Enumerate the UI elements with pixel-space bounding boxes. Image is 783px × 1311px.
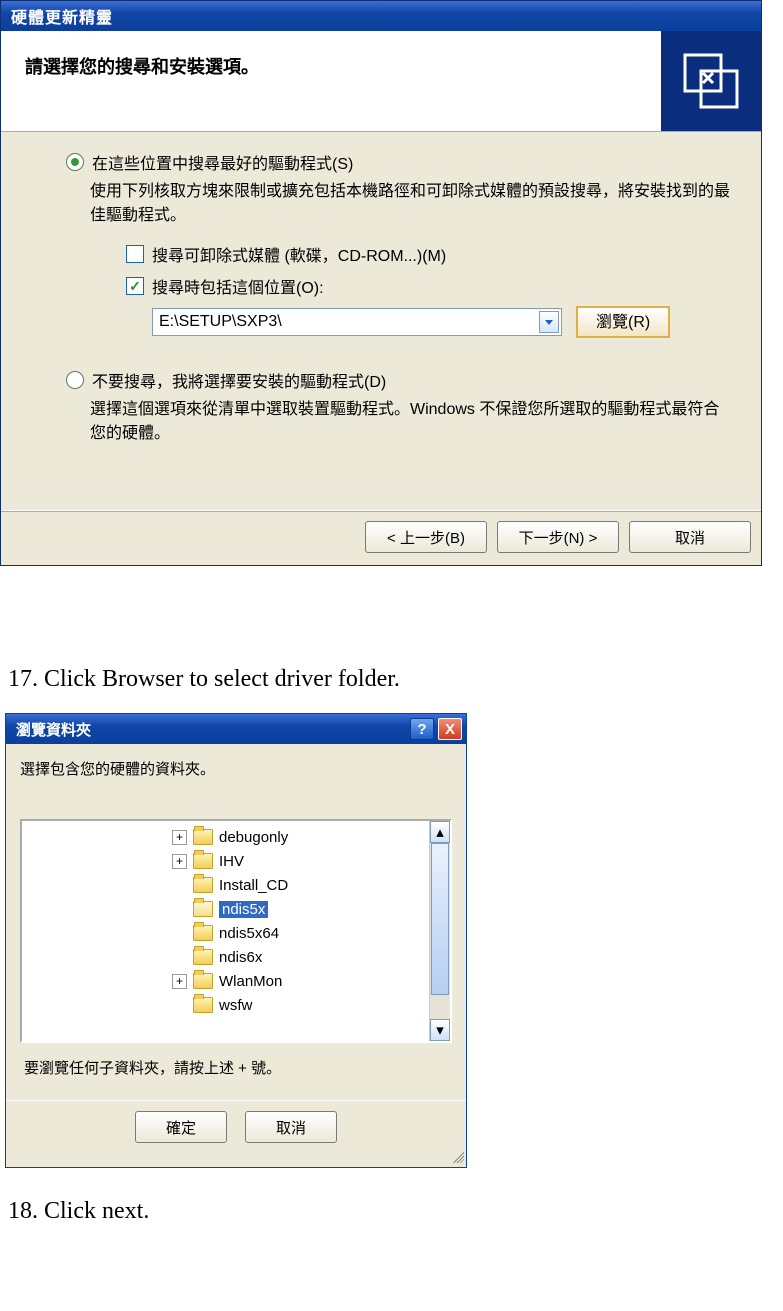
- tree-item[interactable]: ndis5x64: [172, 921, 427, 945]
- radio-icon: [66, 371, 84, 389]
- folder-icon: [193, 829, 213, 845]
- scroll-thumb[interactable]: [431, 843, 449, 995]
- chevron-down-icon[interactable]: [539, 311, 559, 333]
- location-combobox[interactable]: E:\SETUP\SXP3\: [152, 308, 562, 336]
- tree-item-label: debugonly: [219, 829, 288, 846]
- wizard-header-text: 請選擇您的搜尋和安裝選項。: [1, 31, 661, 131]
- tree-item[interactable]: + WlanMon: [172, 969, 427, 993]
- browse-hint: 要瀏覽任何子資料夾，請按上述 + 號。: [24, 1057, 452, 1078]
- help-icon[interactable]: ?: [410, 718, 434, 740]
- tree-item[interactable]: ndis6x: [172, 945, 427, 969]
- folder-tree: + debugonly + IHV Install_CD ndis5x ndis5x64 nd…: [20, 819, 452, 1043]
- wizard-body: 在這些位置中搜尋最好的驅動程式(S) 使用下列核取方塊來限制或擴充包括本機路徑和…: [1, 132, 761, 510]
- browse-footer: 確定 取消: [6, 1100, 466, 1149]
- browse-button-label: 瀏覽(R): [596, 314, 650, 331]
- checkbox-label: 搜尋可卸除式媒體 (軟碟，CD-ROM...)(M): [152, 242, 446, 266]
- radio-manual-select[interactable]: 不要搜尋，我將選擇要安裝的驅動程式(D): [66, 368, 731, 392]
- close-icon[interactable]: X: [438, 718, 462, 740]
- tree-item-label: ndis6x: [219, 949, 262, 966]
- wizard-header: 請選擇您的搜尋和安裝選項。: [1, 31, 761, 132]
- browse-button[interactable]: 瀏覽(R): [576, 306, 670, 338]
- folder-icon: [193, 877, 213, 893]
- resize-grip[interactable]: [6, 1149, 466, 1167]
- tree-item[interactable]: + IHV: [172, 849, 427, 873]
- folder-icon: [193, 973, 213, 989]
- folder-icon: [193, 853, 213, 869]
- back-button[interactable]: < 上一步(B): [365, 521, 487, 553]
- checkbox-icon: [126, 245, 144, 263]
- browse-body: 選擇包含您的硬體的資料夾。 + debugonly + IHV Install_CDnd…: [6, 744, 466, 1100]
- folder-tree-list[interactable]: + debugonly + IHV Install_CD ndis5x ndis5x64 nd…: [22, 821, 429, 1041]
- checkbox-include-location[interactable]: 搜尋時包括這個位置(O):: [126, 274, 731, 298]
- browse-prompt: 選擇包含您的硬體的資料夾。: [20, 758, 452, 779]
- radio-label: 在這些位置中搜尋最好的驅動程式(S): [92, 150, 353, 174]
- expand-icon[interactable]: +: [172, 830, 187, 845]
- tree-item[interactable]: Install_CD: [172, 873, 427, 897]
- wizard-footer: < 上一步(B) 下一步(N) > 取消: [1, 510, 761, 565]
- grip-icon: [450, 1149, 464, 1163]
- browse-title: 瀏覽資料夾: [16, 719, 91, 740]
- wizard-title-bar[interactable]: 硬體更新精靈: [1, 1, 761, 31]
- title-icons: ? X: [410, 718, 462, 740]
- ok-button[interactable]: 確定: [135, 1111, 227, 1143]
- tree-item-label: ndis5x64: [219, 925, 279, 942]
- radio-label: 不要搜尋，我將選擇要安裝的驅動程式(D): [92, 368, 386, 392]
- radio-icon: [66, 153, 84, 171]
- tree-item[interactable]: ndis5x: [172, 897, 427, 921]
- checkbox-icon: [126, 277, 144, 295]
- folder-icon: [193, 949, 213, 965]
- radio-search-best[interactable]: 在這些位置中搜尋最好的驅動程式(S): [66, 150, 731, 174]
- step-18-text: 18. Click next.: [8, 1198, 783, 1225]
- expand-icon[interactable]: +: [172, 854, 187, 869]
- tree-scrollbar[interactable]: ▴ ▾: [429, 821, 450, 1041]
- location-row: E:\SETUP\SXP3\ 瀏覽(R): [152, 306, 731, 338]
- folder-icon: [193, 901, 213, 917]
- wizard-title: 硬體更新精靈: [11, 10, 113, 27]
- expand-icon[interactable]: +: [172, 974, 187, 989]
- step-17-text: 17. Click Browser to select driver folde…: [8, 666, 783, 693]
- next-button[interactable]: 下一步(N) >: [497, 521, 619, 553]
- scroll-down-icon[interactable]: ▾: [430, 1019, 450, 1041]
- checkbox-removable-media[interactable]: 搜尋可卸除式媒體 (軟碟，CD-ROM...)(M): [126, 242, 731, 266]
- tree-item-label: ndis5x: [219, 901, 268, 918]
- location-value: E:\SETUP\SXP3\: [159, 313, 282, 331]
- folder-icon: [193, 997, 213, 1013]
- cancel-button[interactable]: 取消: [629, 521, 751, 553]
- wizard-banner-icon: [661, 31, 761, 131]
- tree-item-label: WlanMon: [219, 973, 282, 990]
- tree-item-label: IHV: [219, 853, 244, 870]
- tree-item[interactable]: + debugonly: [172, 825, 427, 849]
- browse-title-bar[interactable]: 瀏覽資料夾 ? X: [6, 714, 466, 744]
- cancel-button[interactable]: 取消: [245, 1111, 337, 1143]
- tree-item-label: wsfw: [219, 997, 252, 1014]
- folder-icon: [193, 925, 213, 941]
- scroll-up-icon[interactable]: ▴: [430, 821, 450, 843]
- tree-item-label: Install_CD: [219, 877, 288, 894]
- hardware-update-wizard: 硬體更新精靈 請選擇您的搜尋和安裝選項。 在這些位置中搜尋最好的驅動程式(S) …: [0, 0, 762, 566]
- radio-manual-desc: 選擇這個選項來從清單中選取裝置驅動程式。Windows 不保證您所選取的驅動程式…: [90, 398, 731, 446]
- radio-search-desc: 使用下列核取方塊來限制或擴充包括本機路徑和可卸除式媒體的預設搜尋，將安裝找到的最…: [90, 180, 731, 228]
- browse-folder-dialog: 瀏覽資料夾 ? X 選擇包含您的硬體的資料夾。 + debugonly + IHV In…: [5, 713, 467, 1168]
- tree-item[interactable]: wsfw: [172, 993, 427, 1017]
- checkbox-label: 搜尋時包括這個位置(O):: [152, 274, 324, 298]
